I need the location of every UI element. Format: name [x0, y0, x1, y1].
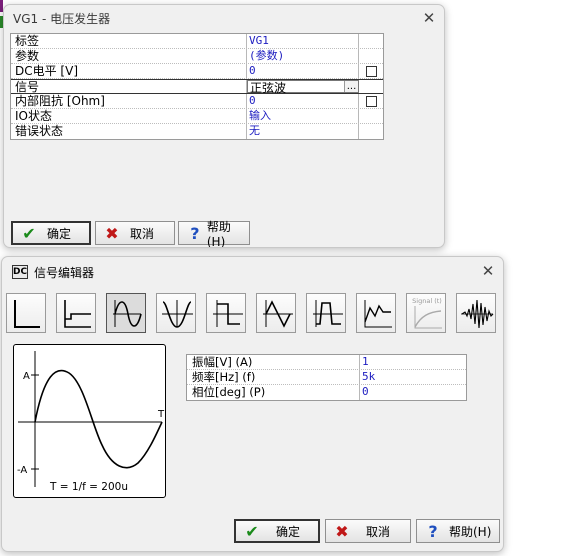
property-name: 参数 — [11, 49, 247, 63]
signal-function-button[interactable]: Signal (t) — [406, 293, 446, 333]
checkmark-icon: ✔ — [22, 223, 36, 243]
help-label: 帮助(H) — [206, 219, 231, 248]
sine-preview-plot: A -A T T = 1/f = 200u — [17, 351, 165, 493]
dc-step-wave-button[interactable] — [56, 293, 96, 333]
property-checkbox-cell — [359, 64, 383, 78]
property-row-dc-level[interactable]: DC电平 [V] 0 — [11, 64, 383, 79]
property-name: 错误状态 — [11, 124, 247, 139]
sine-wave-button[interactable] — [106, 293, 146, 333]
property-row-io-state[interactable]: IO状态 输入 — [11, 109, 383, 124]
signal-function-text: Signal (t) — [412, 297, 442, 305]
property-checkbox-cell — [359, 34, 383, 48]
property-name: 内部阻抗 [Ohm] — [11, 94, 247, 108]
property-name: IO状态 — [11, 109, 247, 123]
param-row-amplitude[interactable]: 振幅[V] (A) 1 — [187, 355, 466, 370]
step-wave-icon — [14, 300, 40, 328]
property-row-error-state[interactable]: 错误状态 无 — [11, 124, 383, 139]
param-value[interactable]: 0 — [360, 385, 466, 400]
cosine-wave-icon — [162, 300, 193, 328]
property-row-signal[interactable]: 信号 正弦波 ... — [11, 79, 383, 95]
burst-wave-icon — [461, 299, 494, 329]
checkmark-icon: ✔ — [245, 521, 259, 541]
dialog-title: 信号编辑器 — [34, 266, 95, 280]
signal-value-field[interactable]: 正弦波 ... — [247, 80, 359, 95]
period-label: T — [157, 409, 165, 420]
x-icon: ✖ — [105, 223, 119, 243]
ellipsis-button[interactable]: ... — [344, 81, 358, 92]
triangle-wave-icon — [263, 300, 293, 328]
param-row-frequency[interactable]: 频率[Hz] (f) 5k — [187, 370, 466, 385]
property-row-params[interactable]: 参数 (参数) — [11, 49, 383, 64]
help-label: 帮助(H) — [449, 524, 492, 539]
property-value[interactable]: 无 — [247, 124, 359, 139]
param-row-phase[interactable]: 相位[deg] (P) 0 — [187, 385, 466, 400]
property-value[interactable]: 0 — [247, 64, 359, 78]
property-row-impedance[interactable]: 内部阻抗 [Ohm] 0 — [11, 94, 383, 109]
close-icon[interactable]: ✕ — [477, 261, 499, 281]
property-name: DC电平 [V] — [11, 64, 247, 78]
square-wave-button[interactable] — [206, 293, 246, 333]
triangle-wave-button[interactable] — [256, 293, 296, 333]
piecewise-wave-button[interactable] — [356, 293, 396, 333]
cancel-button[interactable]: ✖ 取消 — [325, 519, 411, 543]
param-name: 频率[Hz] (f) — [187, 370, 360, 384]
signal-params-table: 振幅[V] (A) 1 频率[Hz] (f) 5k 相位[deg] (P) 0 — [186, 354, 467, 401]
signal-editor-icon: DC — [12, 265, 28, 279]
close-icon[interactable]: ✕ — [418, 8, 440, 28]
negative-amplitude-label: -A — [17, 465, 27, 476]
property-checkbox-cell — [359, 49, 383, 63]
question-icon: ? — [428, 521, 438, 541]
cancel-label: 取消 — [366, 524, 391, 539]
signal-function-icon: Signal (t) — [412, 297, 442, 329]
property-name: 信号 — [11, 80, 247, 94]
property-checkbox-cell — [359, 124, 383, 139]
property-checkbox-cell — [359, 94, 383, 108]
param-name: 相位[deg] (P) — [187, 385, 360, 400]
checkbox[interactable] — [365, 95, 377, 107]
question-icon: ? — [190, 223, 200, 243]
period-formula: T = 1/f = 200u — [49, 481, 128, 493]
ok-button[interactable]: ✔ 确定 — [234, 519, 320, 543]
property-value[interactable]: 输入 — [247, 109, 359, 123]
param-value[interactable]: 1 — [360, 355, 466, 369]
pulse-wave-icon — [313, 300, 343, 327]
burst-wave-button[interactable] — [456, 293, 496, 333]
waveform-preview: A -A T T = 1/f = 200u — [13, 344, 166, 498]
sine-wave-icon — [113, 300, 142, 327]
cancel-label: 取消 — [130, 226, 155, 241]
checkbox[interactable] — [365, 65, 377, 77]
help-button[interactable]: ? 帮助(H) — [178, 220, 250, 247]
cancel-button[interactable]: ✖ 取消 — [95, 221, 175, 245]
param-value[interactable]: 5k — [360, 370, 466, 384]
property-value[interactable]: 0 — [247, 94, 359, 108]
help-button[interactable]: ? 帮助(H) — [416, 519, 500, 543]
param-name: 振幅[V] (A) — [187, 355, 360, 369]
cosine-wave-button[interactable] — [156, 293, 196, 333]
ok-button[interactable]: ✔ 确定 — [11, 221, 91, 245]
property-checkbox-cell — [359, 80, 383, 93]
square-wave-icon — [213, 300, 243, 327]
vg1-properties-dialog: VG1 - 电压发生器 ✕ 标签 VG1 参数 (参数) DC电平 [V] 0 … — [3, 4, 445, 248]
pulse-wave-button[interactable] — [306, 293, 346, 333]
property-value[interactable]: (参数) — [247, 49, 359, 63]
step-wave-button[interactable] — [6, 293, 46, 333]
property-value: 正弦波 — [250, 81, 287, 95]
property-row-label[interactable]: 标签 VG1 — [11, 34, 383, 49]
property-checkbox-cell — [359, 109, 383, 123]
amplitude-label: A — [23, 371, 30, 382]
property-value[interactable]: VG1 — [247, 34, 359, 48]
piecewise-wave-icon — [364, 300, 392, 328]
dialog-title: VG1 - 电压发生器 — [13, 12, 111, 26]
dc-step-wave-icon — [64, 300, 91, 328]
signal-editor-dialog: DC 信号编辑器 ✕ Signal (t) A -A T T = 1/f = 2… — [1, 256, 504, 552]
x-icon: ✖ — [335, 521, 349, 541]
title-bar: DC 信号编辑器 ✕ — [2, 257, 503, 283]
ok-label: 确定 — [47, 226, 72, 241]
ok-label: 确定 — [276, 524, 301, 539]
title-bar: VG1 - 电压发生器 ✕ — [4, 5, 444, 31]
property-table: 标签 VG1 参数 (参数) DC电平 [V] 0 信号 正弦波 ... 内部阻… — [10, 33, 384, 140]
property-name: 标签 — [11, 34, 247, 48]
